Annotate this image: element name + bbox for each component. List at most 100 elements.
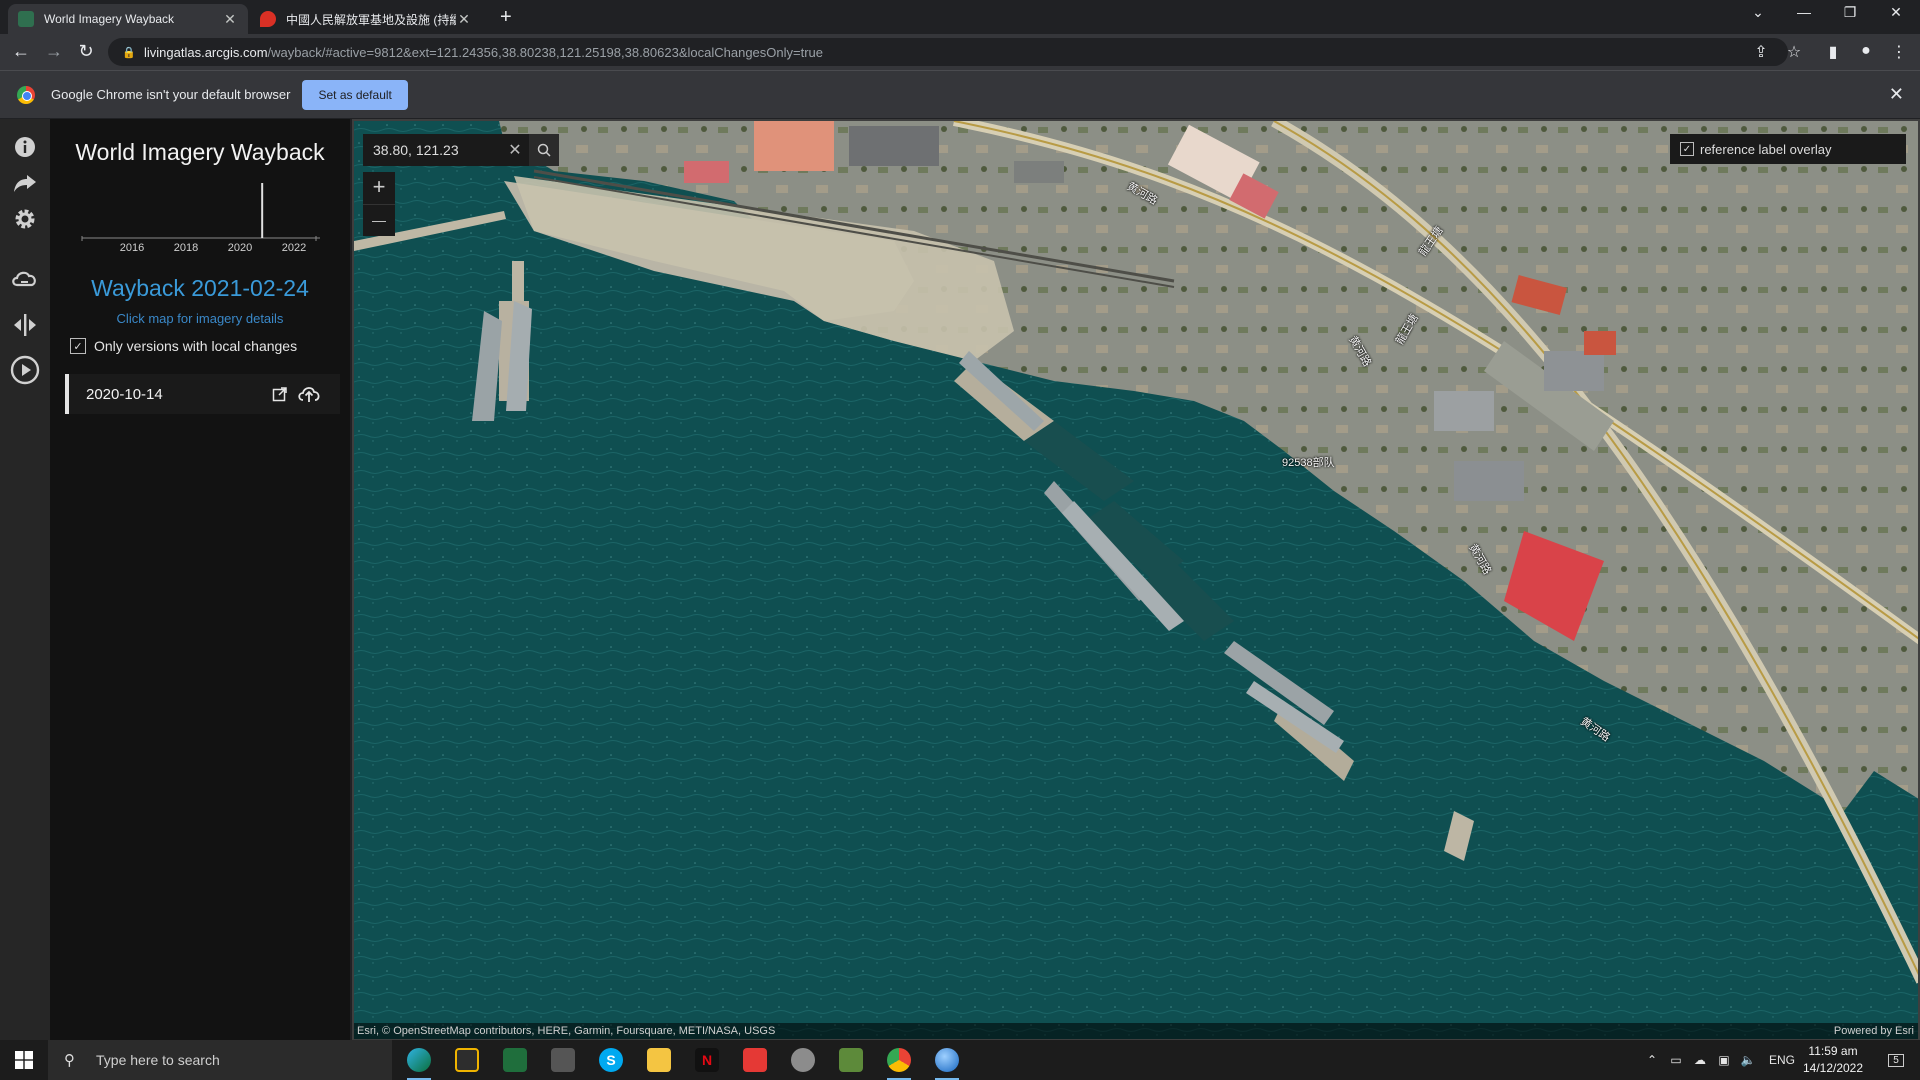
back-button[interactable]: ← [10, 41, 32, 62]
open-external-icon[interactable] [269, 383, 291, 405]
browser-toolbar: ← → ↻ 🔒 livingatlas.arcgis.com/wayback/#… [0, 34, 1920, 70]
taskbar-search-placeholder: Type here to search [96, 1052, 220, 1068]
input-language[interactable]: ENG [1764, 1040, 1800, 1080]
icon-rail [0, 119, 50, 1041]
forward-button[interactable]: → [43, 41, 65, 62]
reload-button[interactable]: ↻ [75, 41, 97, 62]
close-infobar-icon[interactable]: ✕ [1889, 84, 1904, 105]
play-icon[interactable] [10, 355, 40, 385]
taskbar-clock[interactable]: 11:59 am 14/12/2022 [1798, 1043, 1868, 1077]
notification-center-icon[interactable]: 5 [1878, 1040, 1914, 1080]
volume-icon[interactable]: 🔈 [1736, 1040, 1760, 1080]
wayback-icon[interactable] [10, 264, 40, 294]
maps-pin-favicon-icon [260, 11, 276, 27]
new-tab-button[interactable]: + [500, 6, 512, 29]
minecraft-app-icon[interactable] [827, 1040, 875, 1080]
google-earth-app-icon[interactable] [923, 1040, 971, 1080]
wayback-panel: World Imagery Wayback 2016 2018 2020 202… [50, 119, 350, 1041]
tab-world-imagery-wayback[interactable]: World Imagery Wayback ✕ [8, 4, 248, 34]
lock-icon: 🔒 [122, 46, 136, 59]
download-cloud-icon[interactable] [298, 383, 320, 405]
tab-search-chevron-icon[interactable]: ⌄ [1738, 4, 1778, 21]
search-button[interactable] [529, 134, 559, 166]
tab-title: 中國人民解放軍基地及設施 (持續 [286, 12, 456, 27]
chrome-app-icon[interactable] [875, 1040, 923, 1080]
network-icon[interactable]: ▣ [1712, 1040, 1736, 1080]
timeline-tick-label: 2020 [228, 242, 252, 253]
close-tab-icon[interactable]: ✕ [456, 11, 472, 28]
taskbar-search-box[interactable]: ⚲ Type here to search [48, 1040, 392, 1080]
timeline-tick-label: 2016 [120, 242, 144, 253]
satellite-imagery [354, 121, 1918, 1039]
address-bar[interactable]: 🔒 livingatlas.arcgis.com/wayback/#active… [108, 38, 1788, 66]
info-icon[interactable] [10, 132, 40, 162]
tab-title: World Imagery Wayback [44, 12, 175, 26]
attribution-text: Esri, © OpenStreetMap contributors, HERE… [357, 1025, 776, 1037]
store-app-icon[interactable] [443, 1040, 491, 1080]
browser-tab-strip: World Imagery Wayback ✕ 中國人民解放軍基地及設施 (持續… [0, 0, 1920, 34]
release-list-item[interactable]: 2020-10-14 [65, 374, 340, 414]
netflix-app-icon[interactable]: N [683, 1040, 731, 1080]
local-changes-label: Only versions with local changes [94, 338, 298, 354]
default-browser-infobar: Google Chrome isn't your default browser… [0, 70, 1920, 118]
shell-app-icon[interactable] [779, 1040, 827, 1080]
tray-chevron-icon[interactable]: ⌃ [1640, 1040, 1664, 1080]
minimize-button[interactable]: — [1784, 4, 1824, 20]
onedrive-icon[interactable]: ☁ [1688, 1040, 1712, 1080]
start-button[interactable] [0, 1040, 48, 1080]
chrome-menu-icon[interactable]: ⋮ [1888, 42, 1910, 62]
checkbox-checked-icon[interactable]: ✓ [1680, 142, 1694, 156]
timeline-tick-label: 2018 [174, 242, 198, 253]
close-window-button[interactable]: ✕ [1876, 4, 1916, 21]
wayback-favicon-icon [18, 11, 34, 27]
reference-label-toggle[interactable]: ✓ reference label overlay [1670, 134, 1906, 164]
restore-button[interactable]: ❐ [1830, 4, 1870, 21]
close-tab-icon[interactable]: ✕ [222, 11, 238, 28]
release-date: 2020-10-14 [86, 385, 163, 403]
clear-search-icon[interactable]: ✕ [501, 140, 529, 160]
search-icon [537, 143, 551, 157]
app-title: World Imagery Wayback [75, 139, 325, 165]
skype-app-icon[interactable]: S [587, 1040, 635, 1080]
windows-logo-icon [15, 1051, 33, 1069]
clock-time: 11:59 am [1808, 1044, 1858, 1058]
terminal-app-icon[interactable] [491, 1040, 539, 1080]
notification-count: 5 [1888, 1053, 1904, 1067]
zoom-out-button[interactable]: — [363, 204, 395, 236]
local-changes-toggle[interactable]: ✓ Only versions with local changes [70, 338, 297, 354]
red-app-icon[interactable] [731, 1040, 779, 1080]
swipe-icon[interactable] [10, 310, 40, 340]
location-search[interactable]: 38.80, 121.23 ✕ [363, 134, 559, 166]
powered-by-esri[interactable]: Powered by Esri [1834, 1023, 1914, 1039]
imagery-details-hint: Click map for imagery details [116, 311, 284, 326]
share-page-icon[interactable]: ⇪ [1750, 42, 1772, 62]
search-input[interactable]: 38.80, 121.23 [373, 142, 501, 158]
release-timeline-chart[interactable]: 2016 2018 2020 2022 [80, 183, 320, 253]
url-host: livingatlas.arcgis.com [144, 44, 268, 60]
edge-app-icon[interactable] [395, 1040, 443, 1080]
set-as-default-button[interactable]: Set as default [302, 79, 408, 110]
url-path: /wayback/#active=9812&ext=121.24356,38.8… [267, 44, 824, 60]
windows-taskbar: ⚲ Type here to search S N ⌃ ▭ ☁ ▣ 🔈 ENG … [0, 1040, 1920, 1080]
imagery-map[interactable]: 黄河路 黄河路 龍王塘 龍王塘 92538部队 黄河路 黄河路 38.80, 1… [352, 119, 1920, 1041]
selected-release-title: Wayback 2021-02-24 [91, 275, 309, 301]
profile-icon[interactable]: ● [1855, 42, 1877, 60]
infobar-message: Google Chrome isn't your default browser [51, 87, 291, 102]
clock-date: 14/12/2022 [1802, 1061, 1864, 1075]
share-icon[interactable] [10, 168, 40, 198]
map-attribution: Esri, © OpenStreetMap contributors, HERE… [354, 1023, 1918, 1039]
checkbox-checked-icon[interactable]: ✓ [70, 338, 86, 354]
timeline-tick-label: 2022 [282, 242, 306, 253]
tab-pla-bases-map[interactable]: 中國人民解放軍基地及設施 (持續 ✕ [250, 4, 482, 34]
file-explorer-icon[interactable] [635, 1040, 683, 1080]
side-panel-icon[interactable]: ▮ [1822, 42, 1844, 62]
map-poi-label: 92538部队 [1282, 457, 1335, 469]
zoom-control: + — [363, 172, 395, 236]
bookmark-star-icon[interactable]: ☆ [1783, 42, 1805, 62]
zoom-in-button[interactable]: + [363, 172, 395, 204]
reference-label-text: reference label overlay [1700, 141, 1832, 157]
chrome-logo-icon [17, 85, 35, 104]
meet-icon[interactable]: ▭ [1664, 1040, 1688, 1080]
settings-icon[interactable] [10, 204, 40, 234]
dark-window-app-icon[interactable] [539, 1040, 587, 1080]
